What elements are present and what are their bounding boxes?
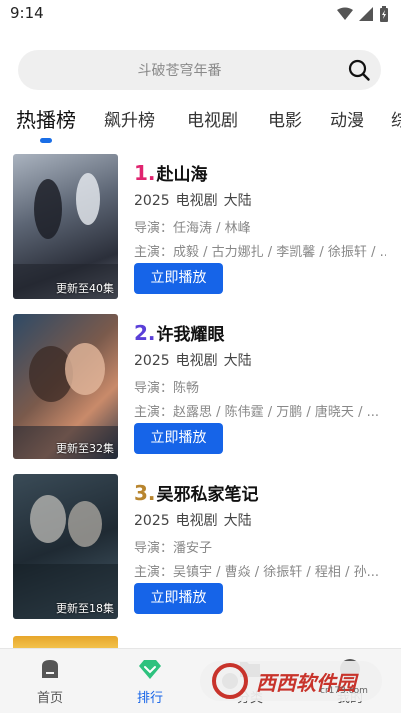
status-icons — [337, 6, 389, 22]
list-item[interactable]: 更新至18集 3.吴邪私家笔记 2025 电视剧 大陆 导演：潘安子 主演：吴镇宇 … — [0, 470, 401, 620]
search-bar[interactable]: 斗破苍穹年番 — [18, 50, 381, 90]
type: 电视剧 — [175, 353, 218, 369]
region: 大陆 — [223, 513, 252, 529]
search-icon[interactable] — [347, 58, 371, 82]
region: 大陆 — [223, 193, 252, 209]
rank-number: 2. — [134, 321, 156, 345]
cast-line: 主演：吴镇宇 / 曹焱 / 徐振轩 / 程相 / 孙... — [134, 565, 379, 580]
poster-image[interactable]: 更新至18集 — [13, 474, 118, 619]
home-icon — [42, 660, 58, 678]
item-title[interactable]: 3.吴邪私家笔记 — [134, 480, 259, 505]
poster-image[interactable] — [13, 636, 118, 648]
type: 电视剧 — [175, 193, 218, 209]
play-button[interactable]: 立即播放 — [134, 263, 223, 294]
year: 2025 — [134, 193, 170, 209]
nav-label: 排行 — [136, 691, 163, 706]
battery-icon — [380, 6, 388, 22]
status-bar: 9:14 — [0, 0, 401, 28]
nav-ranking[interactable]: 排行 — [110, 657, 190, 706]
poster-image[interactable]: 更新至40集 — [13, 154, 118, 299]
year: 2025 — [134, 353, 170, 369]
tab-indicator — [40, 138, 52, 143]
episode-caption: 更新至40集 — [56, 282, 114, 295]
list-item[interactable]: 更新至32集 2.许我耀眼 2025 电视剧 大陆 导演：陈畅 主演：赵露思 / 陈… — [0, 310, 401, 460]
tab-variety[interactable]: 综 — [391, 106, 401, 131]
tab-rising[interactable]: 飙升榜 — [104, 106, 155, 131]
title-text: 吴邪私家笔记 — [156, 485, 259, 505]
list-item[interactable]: 更新至40集 1.赴山海 2025 电视剧 大陆 导演：任海涛 / 林峰 主演：成毅… — [0, 150, 401, 300]
watermark-url: cr173.com — [320, 686, 368, 696]
episode-caption: 更新至18集 — [56, 602, 114, 615]
play-button[interactable]: 立即播放 — [134, 423, 223, 454]
item-title[interactable]: 2.许我耀眼 — [134, 320, 225, 345]
signal-icon — [359, 7, 373, 21]
watermark-emblem — [212, 663, 248, 699]
item-meta: 2025 电视剧 大陆 — [134, 510, 258, 530]
year: 2025 — [134, 513, 170, 529]
director-line: 导演：陈畅 — [134, 381, 200, 396]
title-text: 许我耀眼 — [156, 325, 225, 345]
wifi-icon — [337, 7, 353, 20]
tab-movie[interactable]: 电影 — [268, 106, 302, 131]
region: 大陆 — [223, 353, 252, 369]
cast-line: 主演：赵露思 / 陈伟霆 / 万鹏 / 唐晓天 / ... — [134, 405, 379, 420]
poster-art — [13, 173, 118, 299]
director-line: 导演：任海涛 / 林峰 — [134, 221, 251, 236]
tab-hot[interactable]: 热播榜 — [16, 104, 76, 133]
poster-art — [13, 343, 118, 459]
tab-tv[interactable]: 电视剧 — [187, 106, 238, 131]
diamond-icon — [139, 660, 161, 679]
nav-home[interactable]: 首页 — [10, 657, 90, 706]
status-time: 9:14 — [10, 4, 44, 22]
rank-number: 3. — [134, 481, 156, 505]
category-tabs: 热播榜 飙升榜 电视剧 电影 动漫 综 — [0, 98, 401, 144]
play-button[interactable]: 立即播放 — [134, 583, 223, 614]
item-meta: 2025 电视剧 大陆 — [134, 190, 258, 210]
director-line: 导演：潘安子 — [134, 541, 213, 556]
episode-caption: 更新至32集 — [56, 442, 114, 455]
item-meta: 2025 电视剧 大陆 — [134, 350, 258, 370]
nav-label: 首页 — [36, 691, 63, 706]
tab-anime[interactable]: 动漫 — [330, 106, 364, 131]
poster-image[interactable]: 更新至32集 — [13, 314, 118, 459]
cast-line: 主演：成毅 / 古力娜扎 / 李凯馨 / 徐振轩 / ... — [134, 245, 386, 260]
watermark-logo: 西西软件园 cr173.com — [200, 661, 382, 701]
title-text: 赴山海 — [156, 165, 208, 185]
item-title[interactable]: 1.赴山海 — [134, 160, 208, 185]
search-input[interactable]: 斗破苍穹年番 — [18, 60, 341, 80]
rank-number: 1. — [134, 161, 156, 185]
type: 电视剧 — [175, 513, 218, 529]
poster-art — [13, 495, 118, 619]
